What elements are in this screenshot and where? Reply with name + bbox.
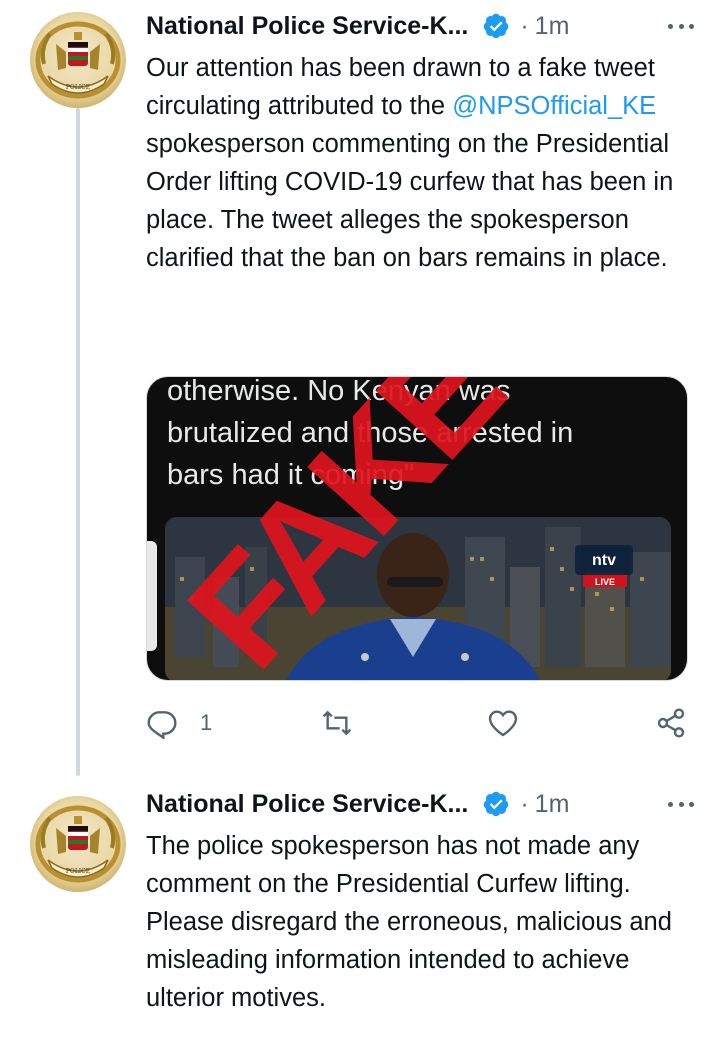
share-icon (657, 708, 685, 738)
fake-stamp-text: FAKE (156, 377, 533, 681)
share-button[interactable] (655, 700, 687, 746)
retweet-button[interactable] (321, 700, 353, 746)
fake-stamp: FAKE (156, 377, 533, 681)
police-crest-icon: POLICE (35, 805, 121, 883)
timestamp[interactable]: 1m (535, 12, 570, 41)
avatar[interactable]: POLICE (30, 12, 126, 108)
timestamp[interactable]: 1m (535, 790, 570, 819)
tweet-media-image[interactable]: otherwise. No Kenyan was brutalized and … (146, 376, 688, 681)
retweet-icon (322, 710, 352, 736)
avatar[interactable]: POLICE (30, 796, 126, 892)
tweet-actions-bar: 1 (146, 700, 691, 746)
tweet-text: Our attention has been drawn to a fake t… (146, 49, 700, 277)
tweet-text: The police spokesperson has not made any… (146, 832, 672, 1012)
tweet[interactable]: POLICE National Police Service-K... · 1m… (0, 0, 720, 776)
more-options-icon[interactable] (666, 794, 696, 814)
reply-icon (147, 711, 177, 739)
author-name[interactable]: National Police Service-K... (146, 12, 468, 41)
verified-badge-icon (484, 13, 509, 39)
heart-icon (488, 710, 518, 737)
thread-connector-line (76, 108, 80, 776)
mention-link[interactable]: @NPSOfficial_KE (452, 92, 656, 120)
police-crest-icon: POLICE (35, 21, 121, 99)
more-options-icon[interactable] (666, 16, 696, 36)
separator-dot: · (520, 11, 529, 40)
svg-text:POLICE: POLICE (66, 868, 90, 875)
verified-badge-icon (484, 791, 509, 817)
author-name[interactable]: National Police Service-K... (146, 790, 468, 819)
separator-dot: · (520, 789, 529, 818)
reply-count: 1 (200, 710, 213, 735)
reply-button[interactable]: 1 (146, 700, 212, 746)
tweet-header: National Police Service-K... · 1m (146, 9, 696, 43)
tweet-header: National Police Service-K... · 1m (146, 787, 696, 821)
svg-text:POLICE: POLICE (66, 84, 90, 91)
tweet-text-part: spokesperson commenting on the President… (146, 130, 674, 272)
like-button[interactable] (487, 700, 519, 746)
tweet[interactable]: POLICE National Police Service-K... · 1m… (0, 776, 720, 1041)
